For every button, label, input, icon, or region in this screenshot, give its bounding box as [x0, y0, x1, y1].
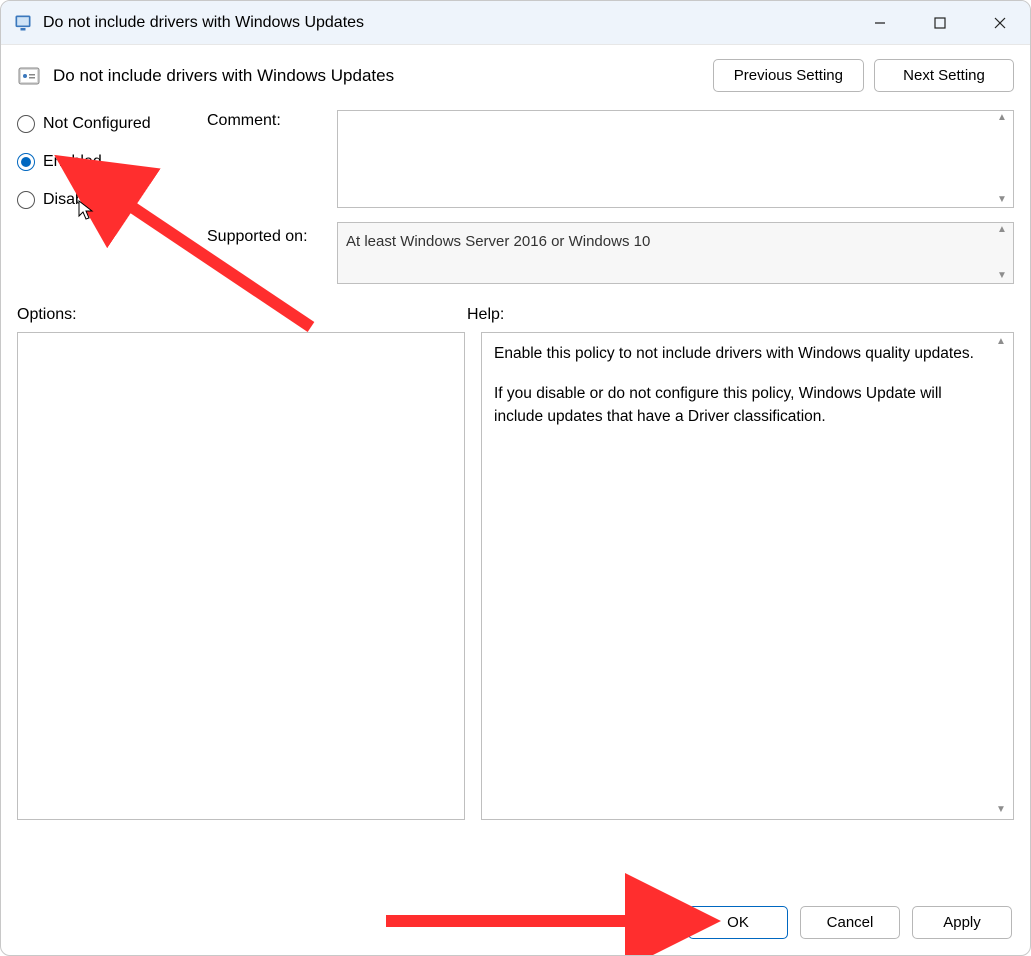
- next-setting-button[interactable]: Next Setting: [874, 59, 1014, 92]
- policy-editor-window: Do not include drivers with Windows Upda…: [0, 0, 1031, 956]
- scroll-up-icon: ▲: [992, 337, 1010, 347]
- policy-title: Do not include drivers with Windows Upda…: [53, 66, 701, 86]
- scroll-down-icon: ▼: [992, 805, 1010, 815]
- cancel-button[interactable]: Cancel: [800, 906, 900, 939]
- dialog-buttons: OK Cancel Apply: [688, 906, 1012, 939]
- scroll-down-icon: ▼: [993, 195, 1011, 205]
- policy-icon: [17, 64, 41, 88]
- ok-button[interactable]: OK: [688, 906, 788, 939]
- annotation-arrow: [381, 901, 681, 945]
- titlebar: Do not include drivers with Windows Upda…: [1, 1, 1030, 45]
- help-panel: Enable this policy to not include driver…: [481, 332, 1014, 820]
- help-label: Help:: [467, 306, 1014, 324]
- minimize-button[interactable]: [850, 1, 910, 44]
- scrollbar[interactable]: ▲ ▼: [993, 225, 1011, 281]
- radio-label: Enabled: [43, 153, 102, 171]
- radio-checked-icon: [17, 153, 35, 171]
- radio-label: Not Configured: [43, 115, 151, 133]
- scrollbar[interactable]: ▲ ▼: [993, 113, 1011, 205]
- close-button[interactable]: [970, 1, 1030, 44]
- comment-textarea[interactable]: ▲ ▼: [337, 110, 1014, 208]
- scroll-up-icon: ▲: [993, 113, 1011, 123]
- maximize-button[interactable]: [910, 1, 970, 44]
- comment-label: Comment:: [207, 110, 337, 130]
- radio-unchecked-icon: [17, 115, 35, 133]
- previous-setting-button[interactable]: Previous Setting: [713, 59, 864, 92]
- help-text: If you disable or do not configure this …: [494, 383, 987, 428]
- radio-disabled[interactable]: Disabled: [17, 191, 207, 209]
- scrollbar[interactable]: ▲ ▼: [992, 337, 1010, 815]
- supported-on-box: At least Windows Server 2016 or Windows …: [337, 222, 1014, 284]
- supported-value: At least Windows Server 2016 or Windows …: [346, 233, 650, 250]
- radio-not-configured[interactable]: Not Configured: [17, 115, 207, 133]
- supported-label: Supported on:: [207, 222, 337, 246]
- apply-button[interactable]: Apply: [912, 906, 1012, 939]
- options-label: Options:: [17, 306, 467, 324]
- help-text: Enable this policy to not include driver…: [494, 343, 987, 365]
- radio-label: Disabled: [43, 191, 105, 209]
- scroll-up-icon: ▲: [993, 225, 1011, 235]
- app-icon: [13, 13, 33, 33]
- options-panel: [17, 332, 465, 820]
- window-title: Do not include drivers with Windows Upda…: [43, 14, 364, 32]
- scroll-down-icon: ▼: [993, 271, 1011, 281]
- radio-unchecked-icon: [17, 191, 35, 209]
- radio-enabled[interactable]: Enabled: [17, 153, 207, 171]
- policy-header: Do not include drivers with Windows Upda…: [1, 45, 1030, 100]
